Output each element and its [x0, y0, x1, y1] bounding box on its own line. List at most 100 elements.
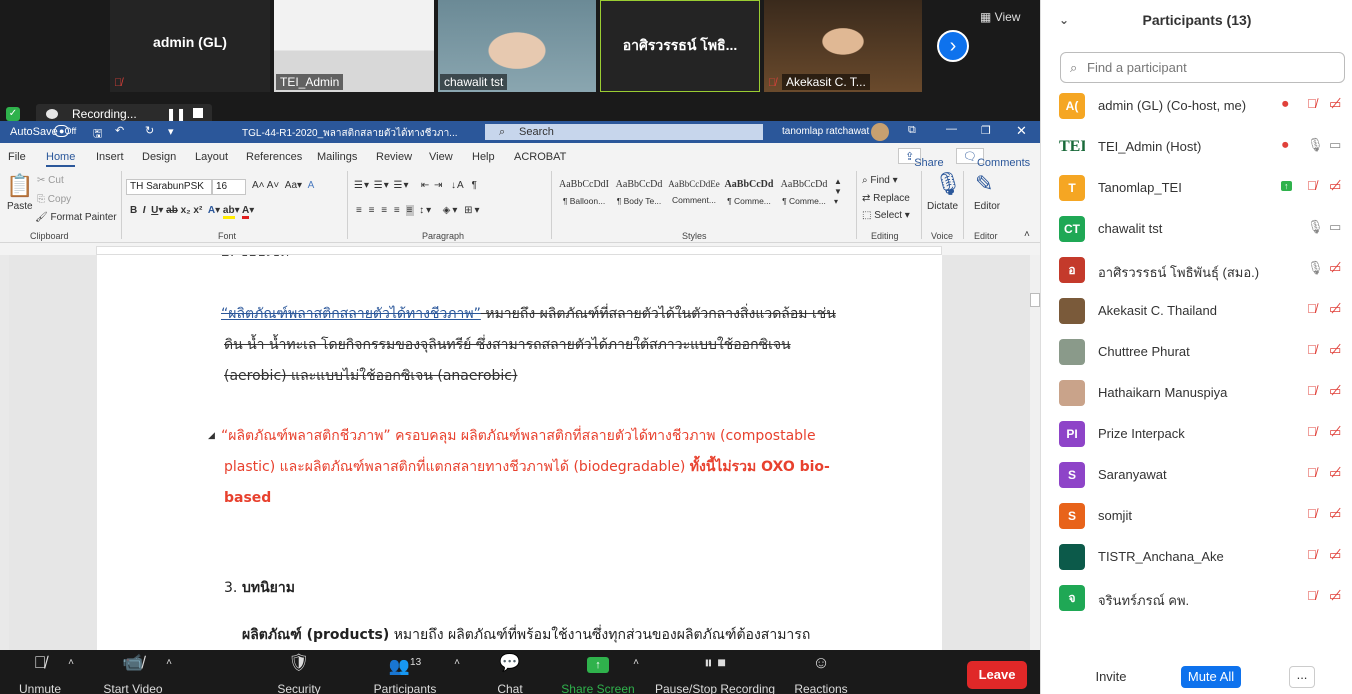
close-icon[interactable]: ✕	[1016, 123, 1027, 139]
restore-icon[interactable]: ❐	[981, 124, 991, 137]
tab-home[interactable]: Home	[46, 151, 76, 167]
camera-off-icon[interactable]: ▭̸	[1329, 260, 1341, 276]
participant-row[interactable]: PI Prize Interpack 🎙̸ ▭̸	[1041, 414, 1352, 455]
mic-muted-icon[interactable]: 🎙̸	[1307, 96, 1317, 111]
pause-stop-recording-button[interactable]: ⏸ ⏹ Pause/Stop Recording	[655, 650, 775, 694]
camera-off-icon[interactable]: ▭̸	[1329, 465, 1341, 481]
tab-layout[interactable]: Layout	[195, 151, 228, 163]
video-tile-admin[interactable]: admin (GL) 🎙̸	[110, 0, 270, 92]
video-tile-tei-admin[interactable]: TEI_Admin	[274, 0, 434, 92]
participant-row[interactable]: Ssomjit 🎙̸ ▭̸	[1041, 496, 1352, 537]
mic-on-icon[interactable]: 🎙	[1307, 137, 1324, 153]
participants-button[interactable]: 👥13 Participants	[370, 650, 440, 694]
paste-icon[interactable]: 📋	[6, 173, 33, 199]
alignment-buttons[interactable]: ≡ ≡ ≡ ≡ ≡ ↕▾ ◈▾ ⊞▾	[356, 205, 482, 216]
share-screen-button[interactable]: ↑ Share Screen	[560, 650, 636, 694]
user-name[interactable]: tanomlap ratchawat	[782, 126, 869, 137]
camera-on-icon[interactable]: ▭	[1329, 137, 1341, 153]
editor-pen-icon[interactable]: ✎	[975, 171, 993, 197]
scroll-thumb[interactable]	[1030, 293, 1040, 307]
tab-review[interactable]: Review	[376, 151, 412, 163]
word-search-box[interactable]: ⌕ Search	[485, 124, 763, 140]
save-icon[interactable]: 🖫	[93, 125, 102, 144]
mic-on-icon[interactable]: 🎙	[1307, 260, 1324, 276]
quick-access-dropdown-icon[interactable]: ▾	[168, 125, 174, 138]
video-options-chevron-icon[interactable]: ˄	[162, 650, 176, 694]
format-painter-button[interactable]: 🖌 Format Painter	[35, 212, 117, 223]
tab-mailings[interactable]: Mailings	[317, 151, 357, 163]
tab-references[interactable]: References	[246, 151, 302, 163]
replace-button[interactable]: ⇄ Replace	[862, 193, 910, 204]
security-button[interactable]: 🛡 Security	[269, 650, 329, 694]
mic-muted-icon[interactable]: 🎙̸	[1307, 383, 1317, 398]
style-body-text[interactable]: AaBbCcDd ¶ Body Te...	[612, 175, 666, 213]
participant-row[interactable]: CT chawalit tst 🎙 ▭	[1041, 209, 1352, 250]
invite-button[interactable]: Invite	[1091, 666, 1131, 688]
mic-muted-icon[interactable]: 🎙̸	[1307, 178, 1317, 193]
chat-button[interactable]: 💬 Chat	[485, 650, 535, 694]
inserted-paragraph-line1[interactable]: “ผลิตภัณฑ์พลาสติกชีวภาพ” ครอบคลุม ผลิตภั…	[221, 421, 816, 452]
camera-off-icon[interactable]: ▭̸	[1329, 178, 1341, 194]
font-name-select[interactable]: TH SarabunPSK	[126, 179, 212, 195]
camera-off-icon[interactable]: ▭̸	[1329, 424, 1341, 440]
tab-file[interactable]: File	[8, 151, 26, 163]
mic-muted-icon[interactable]: 🎙̸	[1307, 588, 1317, 603]
inserted-paragraph-line3[interactable]: based	[224, 483, 271, 514]
more-options-button[interactable]: ...	[1289, 666, 1315, 688]
horizontal-ruler[interactable]	[96, 246, 942, 255]
participant-row[interactable]: Akekasit C. Thailand 🎙̸ ▭̸	[1041, 291, 1352, 332]
chevron-right-icon[interactable]: ›	[937, 30, 969, 62]
deleted-paragraph-line3[interactable]: (aerobic) และแบบไม่ใช้ออกซิเจน (anaerobi…	[224, 361, 517, 392]
dictate-button[interactable]: Dictate	[927, 201, 958, 212]
vertical-ruler[interactable]	[0, 255, 9, 650]
recording-icon[interactable]: ⏺	[1282, 137, 1289, 153]
audio-options-chevron-icon[interactable]: ˄	[64, 650, 78, 694]
find-participant-input[interactable]: ⌕ Find a participant	[1060, 52, 1345, 83]
editor-button[interactable]: Editor	[974, 201, 1000, 212]
collapse-ribbon-icon[interactable]: ˄	[1024, 229, 1030, 240]
definition-paragraph[interactable]: ผลิตภัณฑ์ (products) หมายถึง ผลิตภัณฑ์ที…	[242, 620, 810, 650]
mic-muted-icon[interactable]: 🎙̸	[1307, 465, 1317, 480]
leave-button[interactable]: Leave	[967, 661, 1027, 689]
share-options-chevron-icon[interactable]: ˄	[629, 650, 643, 694]
font-format-icons[interactable]: B I U▾ ab x₂ x² A▾ ab▾ A▾	[130, 205, 254, 219]
cut-button[interactable]: ✂ Cut	[37, 175, 64, 186]
recording-icon[interactable]: ⏺	[1282, 96, 1289, 112]
mic-muted-icon[interactable]: 🎙̸	[1307, 424, 1317, 439]
copy-button[interactable]: ⎘ Copy	[37, 194, 71, 205]
paste-button[interactable]: Paste	[7, 201, 33, 212]
mute-all-button[interactable]: Mute All	[1181, 666, 1241, 688]
camera-off-icon[interactable]: ▭̸	[1329, 301, 1341, 317]
tab-acrobat[interactable]: ACROBAT	[514, 151, 566, 163]
font-grow-shrink-icons[interactable]: A˄ A˅ Aa▾ A	[252, 180, 314, 191]
document-title[interactable]: TGL-44-R1-2020_พลาสติกสลายตัวได้ทางชีวภา…	[242, 126, 458, 141]
user-avatar[interactable]	[871, 123, 889, 141]
view-button[interactable]: ▦ View	[980, 10, 1020, 24]
participant-row[interactable]: อ อาศิรวรรธน์ โพธิพันธุ์ (สมอ.) 🎙 ▭̸	[1041, 250, 1352, 291]
comments-button[interactable]: 🗨 Comments	[956, 148, 1030, 169]
tab-design[interactable]: Design	[142, 151, 176, 163]
participant-row[interactable]: T Tanomlap_TEI ↑ 🎙̸ ▭̸	[1041, 168, 1352, 209]
list-buttons[interactable]: ☰▾ ☰▾ ☰▾ ⇤ ⇥ ↓A ¶	[354, 180, 478, 191]
style-comment[interactable]: AaBbCcDdEe Comment...	[667, 175, 721, 213]
mic-muted-icon[interactable]: 🎙̸	[1307, 301, 1317, 316]
participant-row[interactable]: TISTR_Anchana_Ake 🎙̸ ▭̸	[1041, 537, 1352, 578]
deleted-paragraph-line1[interactable]: “ผลิตภัณฑ์พลาสติกสลายตัวได้ทางชีวภาพ” หม…	[221, 299, 836, 330]
video-tile-active-speaker[interactable]: อาศิรวรรธน์ โพธิ...	[600, 0, 760, 92]
participant-row[interactable]: Chuttree Phurat 🎙̸ ▭̸	[1041, 332, 1352, 373]
tab-help[interactable]: Help	[472, 151, 495, 163]
style-balloon[interactable]: AaBbCcDdI ¶ Balloon...	[557, 175, 611, 213]
minimize-icon[interactable]: —	[946, 123, 957, 135]
tab-view[interactable]: View	[429, 151, 453, 163]
vertical-scrollbar[interactable]	[1030, 255, 1040, 650]
tab-insert[interactable]: Insert	[96, 151, 124, 163]
mic-muted-icon[interactable]: 🎙̸	[1307, 547, 1317, 562]
mic-muted-icon[interactable]: 🎙̸	[1307, 506, 1317, 521]
stop-recording-icon[interactable]	[193, 108, 203, 118]
camera-off-icon[interactable]: ▭̸	[1329, 96, 1341, 112]
camera-off-icon[interactable]: ▭̸	[1329, 588, 1341, 604]
select-button[interactable]: ⬚ Select ▾	[862, 210, 910, 221]
screen-share-icon[interactable]: ↑	[1281, 181, 1292, 191]
microphone-icon[interactable]: 🎙	[934, 171, 962, 197]
participant-row[interactable]: Hathaikarn Manuspiya 🎙̸ ▭̸	[1041, 373, 1352, 414]
